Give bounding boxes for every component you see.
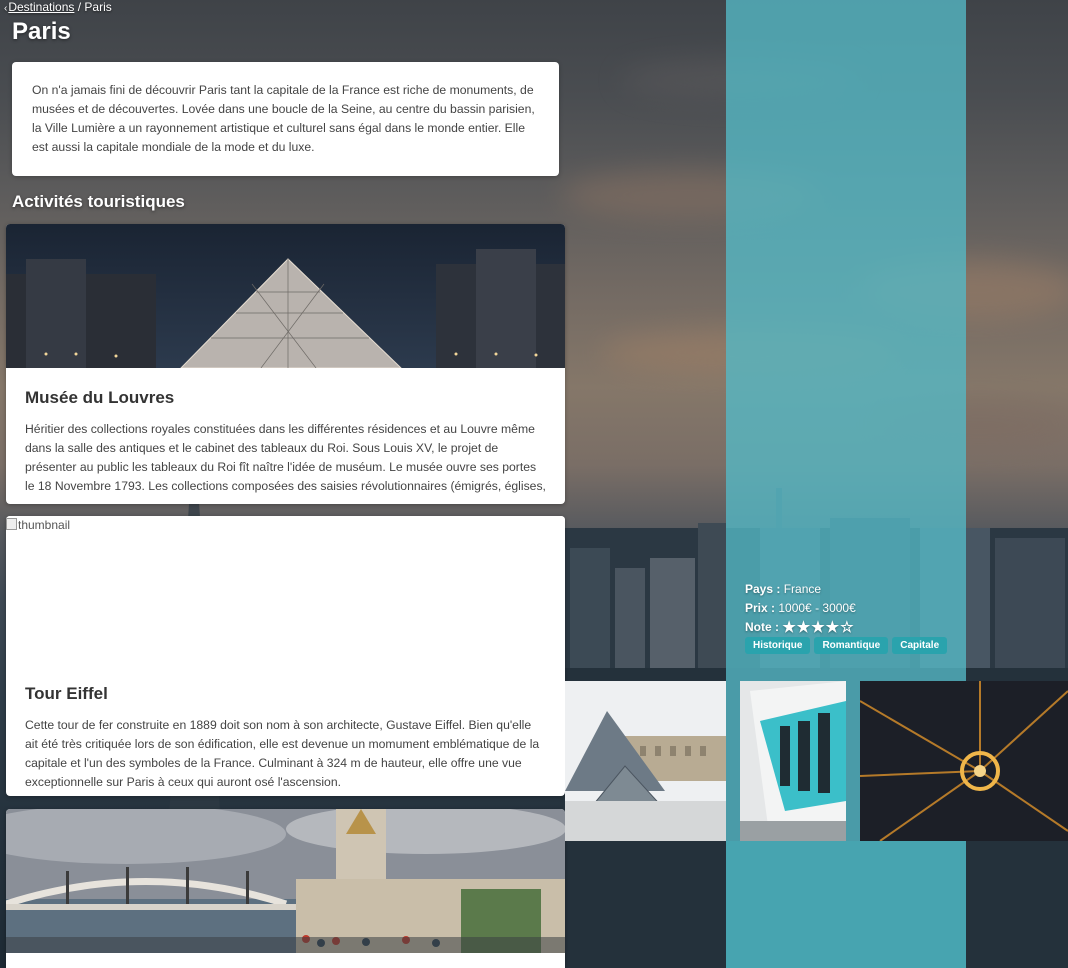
price-label: Prix : (745, 601, 776, 615)
activity-title: Musée du Louvres (25, 388, 175, 407)
country-value: France (783, 582, 822, 596)
chevron-left-icon: ‹ (4, 3, 8, 14)
activity-card-tour-eiffel[interactable]: thumbnail Tour Eiffel Cette tour de fer … (6, 516, 565, 796)
louvre-image (6, 224, 565, 368)
breadcrumb-separator: / (77, 0, 82, 14)
rating-label: Note : (745, 620, 779, 634)
broken-image-icon (6, 518, 17, 530)
breadcrumb: ‹Destinations / Paris (4, 0, 112, 14)
activity-title: Tour Eiffel (25, 684, 108, 703)
tag-romantique[interactable]: Romantique (814, 637, 889, 654)
highlight-column-bottom (726, 841, 966, 968)
activity-description: Héritier des collections royales constit… (25, 422, 546, 493)
activity-card-louvre[interactable]: Musée du Louvres Héritier des collection… (6, 224, 565, 504)
activity-description: Cette tour de fer construite en 1889 doi… (25, 718, 540, 789)
section-title: Activités touristiques (12, 192, 185, 211)
tag-historique[interactable]: Historique (745, 637, 811, 654)
star-rating-icon: ★★★★☆ (782, 619, 855, 636)
gallery-image-louvre[interactable] (565, 681, 726, 841)
tag-list: Historique Romantique Capitale (745, 637, 948, 654)
breadcrumb-link-destinations[interactable]: Destinations (8, 0, 74, 14)
intro-text: On n'a jamais fini de découvrir Paris ta… (32, 83, 535, 154)
breadcrumb-current: Paris (84, 0, 112, 14)
image-alt-text: thumbnail (18, 518, 71, 532)
destination-info: Pays : France Prix : 1000€ - 3000€ Note … (745, 580, 856, 637)
tour-eiffel-image: thumbnail (6, 516, 565, 660)
activity-card-pont[interactable] (6, 809, 565, 968)
country-row: Pays : France (745, 580, 856, 599)
gallery-image-night-aerial[interactable] (860, 681, 1068, 841)
rating-row: Note : ★★★★☆ (745, 618, 856, 637)
gallery-image-metro[interactable] (740, 681, 846, 841)
price-row: Prix : 1000€ - 3000€ (745, 599, 856, 618)
tag-capitale[interactable]: Capitale (892, 637, 948, 654)
page-title: Paris (12, 18, 71, 45)
bridge-image (6, 809, 565, 953)
intro-card: On n'a jamais fini de découvrir Paris ta… (12, 62, 559, 176)
country-label: Pays : (745, 582, 781, 596)
price-value: 1000€ - 3000€ (778, 601, 856, 615)
broken-image-placeholder: thumbnail (6, 518, 70, 532)
